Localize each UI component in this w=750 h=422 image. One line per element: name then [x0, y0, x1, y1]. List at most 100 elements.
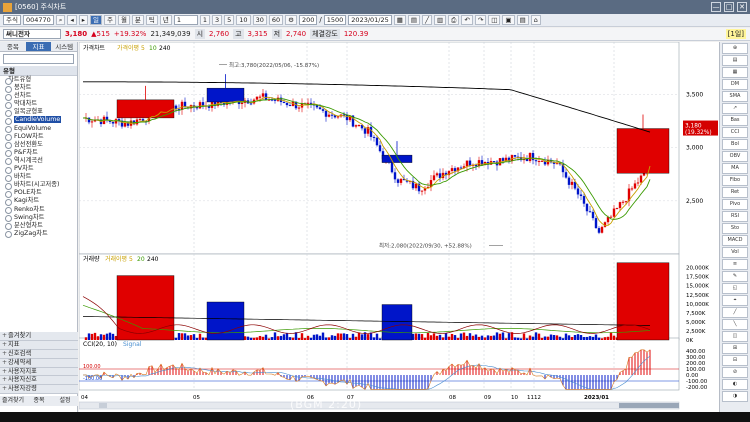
- chart-type-item[interactable]: FLOW차트: [0, 133, 77, 142]
- chart-type-item[interactable]: 바차트: [0, 173, 77, 182]
- tab-monthly[interactable]: 월: [117, 15, 130, 25]
- tool-button[interactable]: ◐: [722, 379, 748, 390]
- chart-type-item[interactable]: Swing차트: [0, 214, 77, 223]
- tool-button[interactable]: ⊞: [722, 343, 748, 354]
- menu-indicators[interactable]: 지표: [0, 340, 78, 350]
- tool-button[interactable]: SMA: [722, 91, 748, 102]
- menu-signal-search[interactable]: 신호검색: [0, 349, 78, 359]
- tab-system[interactable]: 시스템: [51, 42, 78, 51]
- tab-minute[interactable]: 분: [131, 15, 144, 25]
- tab-indicator[interactable]: 지표: [25, 42, 52, 51]
- lock-icon[interactable]: ⌂: [530, 15, 541, 25]
- chart-type-item[interactable]: 역시계곡선: [0, 157, 77, 166]
- tool-button[interactable]: ▤: [722, 55, 748, 66]
- chart-type-item[interactable]: PV차트: [0, 165, 77, 174]
- menu-favorites[interactable]: 즐겨찾기: [0, 332, 78, 341]
- footer-stock[interactable]: 종목: [26, 396, 52, 407]
- print-icon[interactable]: ⎙: [448, 15, 460, 25]
- tool-button[interactable]: ◫: [722, 331, 748, 342]
- section-type[interactable]: 유형: [0, 66, 77, 76]
- scroll-thumb[interactable]: [619, 403, 679, 408]
- menu-user-signal[interactable]: 사용자신호: [0, 376, 78, 386]
- tool-button[interactable]: ◑: [722, 391, 748, 402]
- redo-icon[interactable]: ↷: [474, 15, 487, 25]
- tool-button[interactable]: ⊘: [722, 367, 748, 378]
- chart-type-item[interactable]: 삼선전환도: [0, 141, 77, 150]
- prev-icon[interactable]: ◂: [67, 15, 77, 25]
- chart-type-item[interactable]: Renko차트: [0, 206, 77, 215]
- date-input[interactable]: 2023/01/25: [348, 15, 392, 25]
- tool-button[interactable]: CCI: [722, 127, 748, 138]
- chart-icon[interactable]: ▣: [502, 15, 515, 25]
- tool-button[interactable]: Ret: [722, 187, 748, 198]
- line-icon[interactable]: ╱: [422, 15, 432, 25]
- close-button[interactable]: ✕: [737, 2, 747, 12]
- min-10-button[interactable]: 10: [236, 15, 251, 25]
- tool-button[interactable]: ◱: [722, 283, 748, 294]
- minimize-button[interactable]: —: [711, 2, 721, 12]
- min-60-button[interactable]: 60: [268, 15, 284, 25]
- tool-button[interactable]: MACD: [722, 235, 748, 246]
- chart-svg[interactable]: 3,5003,0002,500가격차트 가격이평 5 10 240최고:3,780(20…: [78, 41, 719, 412]
- footer-favorites[interactable]: 즐겨찾기: [0, 396, 26, 407]
- grid-icon[interactable]: ▤: [407, 15, 421, 25]
- maximize-button[interactable]: □: [724, 2, 734, 12]
- search-icon[interactable]: ⌕: [55, 15, 66, 25]
- min-3-button[interactable]: 3: [212, 15, 223, 25]
- tool-button[interactable]: ⊕: [722, 43, 748, 54]
- tool-button[interactable]: ▦: [722, 67, 748, 78]
- tab-year[interactable]: 년: [159, 15, 172, 25]
- bar-icon[interactable]: ▥: [434, 15, 447, 25]
- chart-type-item[interactable]: 봉차트: [0, 84, 77, 93]
- scroll-left-button[interactable]: [99, 403, 107, 408]
- cci-panel[interactable]: [78, 337, 680, 391]
- tab-weekly[interactable]: 주: [103, 15, 116, 25]
- tool-button[interactable]: ✎: [722, 271, 748, 282]
- menu-strength[interactable]: 강세약세: [0, 358, 78, 368]
- chart-type-item[interactable]: EquiVolume: [0, 125, 77, 134]
- unit-input[interactable]: 1: [173, 15, 198, 25]
- min-30-button[interactable]: 30: [252, 15, 267, 25]
- tool-button[interactable]: Pivo: [722, 199, 748, 210]
- chart-type-item[interactable]: ZigZag차트: [0, 230, 77, 239]
- calendar-icon[interactable]: ▦: [393, 15, 406, 25]
- image-icon[interactable]: ◫: [488, 15, 501, 25]
- tool-button[interactable]: ⌖: [722, 295, 748, 306]
- tool-button[interactable]: RSI: [722, 211, 748, 222]
- tool-button[interactable]: ≡: [722, 259, 748, 270]
- undo-icon[interactable]: ↶: [461, 15, 473, 25]
- chart-type-group[interactable]: 차트유형: [0, 76, 77, 85]
- tool-button[interactable]: Bas: [722, 115, 748, 126]
- chart-type-item[interactable]: 일목균형표: [0, 108, 77, 117]
- tool-button[interactable]: ╱: [722, 307, 748, 318]
- tool-button[interactable]: MA: [722, 163, 748, 174]
- chart-scrollbar[interactable]: [78, 401, 680, 410]
- menu-user-rules[interactable]: 사용자강령: [0, 385, 78, 395]
- tab-daily[interactable]: 일: [89, 15, 102, 25]
- min-5-button[interactable]: 5: [224, 15, 235, 25]
- tool-button[interactable]: Fibo: [722, 175, 748, 186]
- tab-tick[interactable]: 틱: [145, 15, 158, 25]
- save-icon[interactable]: ▤: [516, 15, 529, 25]
- count-input[interactable]: 200: [298, 15, 318, 25]
- tool-button[interactable]: ⊟: [722, 355, 748, 366]
- tool-button[interactable]: ↗: [722, 103, 748, 114]
- tab-stock[interactable]: 종목: [0, 42, 26, 51]
- tool-button[interactable]: Vol: [722, 247, 748, 258]
- min-1-button[interactable]: 1: [199, 15, 211, 25]
- chart-type-item[interactable]: 선차트: [0, 92, 77, 101]
- tool-button[interactable]: ╲: [722, 319, 748, 330]
- next-icon[interactable]: ▸: [78, 15, 88, 25]
- chart-type-item[interactable]: Kagi차트: [0, 197, 77, 207]
- settings-icon[interactable]: ⚙: [285, 15, 297, 25]
- chart-area[interactable]: 3,500 3,000 2,500 가격차트 가격이평 5 10 240 최고:3,780(20…: [78, 41, 719, 412]
- tool-button[interactable]: OBV: [722, 151, 748, 162]
- tool-button[interactable]: DM: [722, 79, 748, 90]
- indicator-search-input[interactable]: [3, 54, 74, 64]
- stock-code-input[interactable]: 004770: [22, 15, 54, 25]
- tool-button[interactable]: Sto: [722, 223, 748, 234]
- chart-type-item[interactable]: 분산형차트: [0, 222, 77, 231]
- tool-button[interactable]: Bol: [722, 139, 748, 150]
- chart-type-item[interactable]: CandleVolume: [0, 116, 77, 126]
- footer-settings[interactable]: 설정: [52, 396, 78, 407]
